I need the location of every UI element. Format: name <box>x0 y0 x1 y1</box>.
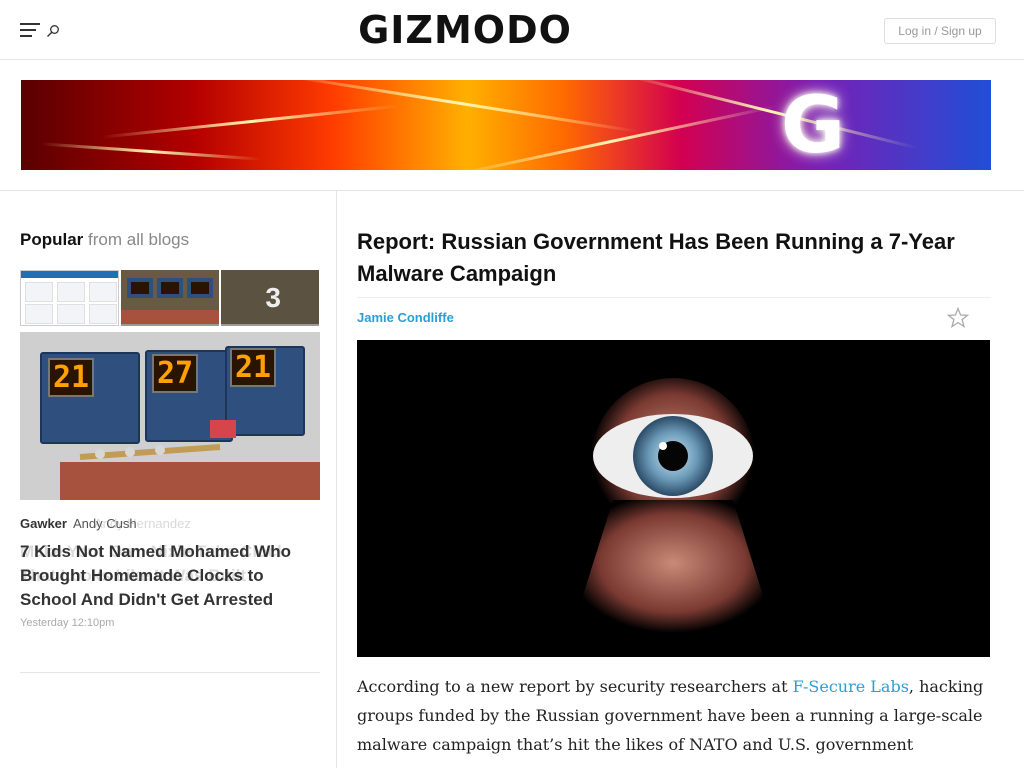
popular-heading: Popular from all blogs <box>20 230 189 250</box>
body-text-start: According to a new report by security re… <box>357 677 793 696</box>
popular-thumb-2[interactable] <box>121 270 219 326</box>
card-timestamp: Yesterday 12:10pm <box>20 617 115 629</box>
article-body: According to a new report by security re… <box>357 672 991 759</box>
article-hero-image[interactable] <box>357 340 990 657</box>
popular-feature-image[interactable]: 21 27 21 <box>20 332 320 500</box>
site-logo[interactable]: GIZMODO <box>355 8 575 52</box>
login-signup-button[interactable]: Log in / Sign up <box>884 18 996 44</box>
headline-divider <box>357 297 991 298</box>
search-icon[interactable] <box>46 24 60 38</box>
f-secure-link[interactable]: F-Secure Labs <box>793 677 909 696</box>
popular-thumb-3[interactable]: 3 <box>221 270 319 326</box>
popular-thumb-1[interactable] <box>20 270 119 326</box>
top-bar: GIZMODO Log in / Sign up <box>0 0 1024 60</box>
card-title[interactable]: 7 Kids Not Named Mohamed Who Brought Hom… <box>20 540 320 612</box>
thumb-count: 3 <box>265 282 281 313</box>
article-headline[interactable]: Report: Russian Government Has Been Runn… <box>357 226 997 290</box>
header-divider <box>0 190 1024 191</box>
popular-label: Popular <box>20 230 84 249</box>
sidebar-divider <box>20 672 320 673</box>
card-meta: Gawker Andy Cush <box>20 516 137 531</box>
column-divider <box>336 191 337 768</box>
article-author[interactable]: Jamie Condliffe <box>357 310 454 325</box>
promo-banner[interactable]: G <box>21 80 991 170</box>
card-author[interactable]: Andy Cush <box>73 516 137 531</box>
banner-g-logo: G <box>780 81 846 170</box>
star-icon[interactable] <box>946 306 970 330</box>
card-blog[interactable]: Gawker <box>20 516 67 531</box>
popular-sub-label: from all blogs <box>88 230 190 249</box>
menu-icon[interactable] <box>20 23 40 37</box>
